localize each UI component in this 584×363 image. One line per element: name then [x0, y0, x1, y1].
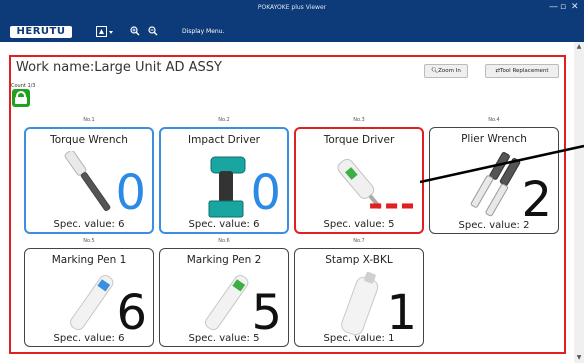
tool-number: No.3 — [353, 117, 365, 123]
menu-bar: HERUTU Display Menu. — [0, 16, 584, 42]
zoom-out-icon[interactable] — [148, 26, 158, 40]
close-button[interactable]: ✕ — [571, 2, 579, 12]
tool-replacement-button[interactable]: ⇄Tool Replacement — [485, 64, 559, 78]
lock-status-icon — [12, 89, 30, 107]
title-bar: POKAYOKE plus Viewer — ▫ ✕ — [0, 0, 584, 16]
tool-name: Marking Pen 2 — [186, 254, 262, 266]
spec-value: Spec. value: 5 — [323, 219, 395, 230]
tool-name: Torque Wrench — [50, 134, 128, 146]
brand-logo: HERUTU — [10, 26, 72, 38]
spec-value: Spec. value: 1 — [323, 333, 395, 344]
spec-value: Spec. value: 2 — [458, 220, 530, 231]
marking-pen-image — [205, 274, 249, 331]
tool-count: 1 — [386, 285, 417, 341]
tool-number: No.7 — [353, 238, 365, 244]
spec-value: Spec. value: 6 — [53, 219, 125, 230]
zoom-in-button[interactable]: 🔍︎Zoom In — [424, 64, 468, 78]
tool-count: 6 — [116, 285, 147, 341]
tool-count: 0 — [250, 165, 281, 221]
tool-number: No.1 — [83, 117, 95, 123]
tool-count: 0 — [115, 165, 146, 221]
zoom-in-icon[interactable] — [130, 26, 140, 40]
tool-name: Torque Driver — [323, 134, 395, 146]
tool-card-stamp-x-bkl[interactable]: Stamp X-BKL 1 Spec. value: 1 — [294, 248, 424, 347]
tool-number: No.2 — [218, 117, 230, 123]
marking-pen-image — [70, 274, 114, 331]
zoom-in-label: Zoom In — [438, 68, 461, 74]
stamp-image — [341, 271, 379, 336]
tool-number: No.4 — [488, 117, 500, 123]
tool-number: No.5 — [83, 238, 95, 244]
tool-name: Stamp X-BKL — [325, 254, 393, 266]
spec-value: Spec. value: 5 — [188, 333, 260, 344]
callout-line — [420, 144, 584, 184]
tool-card-marking-pen-2[interactable]: Marking Pen 2 5 Spec. value: 5 — [159, 248, 289, 347]
work-name-title: Work name:Large Unit AD ASSY — [16, 60, 222, 75]
spec-value: Spec. value: 6 — [188, 219, 260, 230]
tool-replacement-label: Tool Replacement — [500, 68, 549, 74]
spec-value: Spec. value: 6 — [53, 333, 125, 344]
scroll-down-icon[interactable]: ▼ — [575, 354, 583, 362]
display-menu-button[interactable]: Display Menu. — [182, 28, 224, 35]
maximize-button[interactable]: ▫ — [560, 2, 566, 12]
scroll-up-icon[interactable]: ▲ — [575, 43, 583, 51]
tool-number: No.6 — [218, 238, 230, 244]
tool-card-impact-driver[interactable]: Impact Driver 0 Spec. value: 6 — [159, 127, 289, 234]
tool-count: 5 — [251, 285, 282, 341]
vertical-scrollbar[interactable]: ▲ ▼ — [574, 42, 584, 363]
camera-dropdown-icon[interactable] — [96, 26, 114, 42]
tool-name: Marking Pen 1 — [51, 254, 127, 266]
tool-card-torque-driver[interactable]: Torque Driver --- Spec. value: 5 — [294, 127, 424, 234]
tool-name: Impact Driver — [188, 134, 260, 146]
window-title: POKAYOKE plus Viewer — [257, 4, 327, 11]
minimize-button[interactable]: — — [549, 2, 558, 12]
tool-card-marking-pen-1[interactable]: Marking Pen 1 6 Spec. value: 6 — [24, 248, 154, 347]
tool-card-torque-wrench[interactable]: Torque Wrench 0 Spec. value: 6 — [24, 127, 154, 234]
